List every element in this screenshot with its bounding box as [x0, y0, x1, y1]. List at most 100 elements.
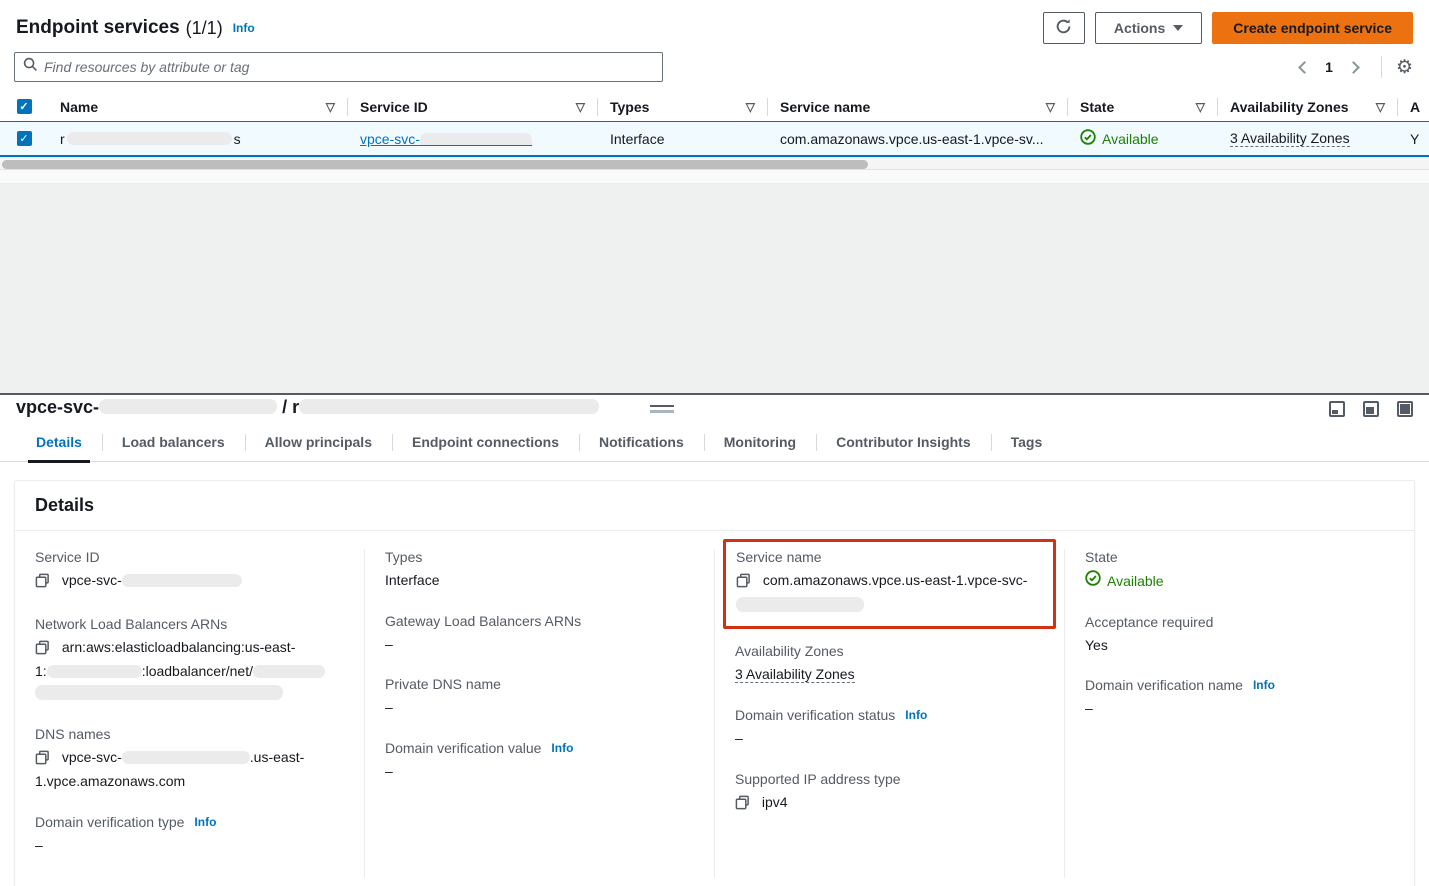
field-domain-verification-type: Domain verification type Info –: [35, 814, 344, 857]
copy-icon[interactable]: [35, 750, 50, 772]
panel-size-large-icon[interactable]: [1397, 401, 1413, 417]
filter-icon[interactable]: ▽: [1046, 100, 1055, 114]
current-page[interactable]: 1: [1321, 59, 1337, 75]
details-card: Details Service ID vpce-svc- Network Loa…: [14, 480, 1415, 886]
next-page-icon[interactable]: [1343, 55, 1367, 79]
field-service-name: Service name com.amazonaws.vpce.us-east-…: [736, 549, 1043, 616]
service-name-highlight-box: Service name com.amazonaws.vpce.us-east-…: [723, 539, 1056, 629]
tab-load-balancers[interactable]: Load balancers: [102, 428, 245, 461]
service-id-link[interactable]: vpce-svc-: [360, 131, 532, 147]
availability-zones-popover[interactable]: 3 Availability Zones: [735, 666, 855, 683]
previous-page-icon[interactable]: [1291, 55, 1315, 79]
redacted-text: [122, 574, 242, 587]
refresh-icon: [1055, 18, 1072, 38]
row-name-cell: r s: [48, 131, 348, 147]
panel-size-medium-icon[interactable]: [1363, 401, 1379, 417]
header-buttons: Actions Create endpoint service: [1043, 12, 1413, 44]
redacted-text: [253, 665, 325, 678]
pagination-divider: [1381, 56, 1382, 78]
filter-icon[interactable]: ▽: [1376, 100, 1385, 114]
tab-allow-principals[interactable]: Allow principals: [245, 428, 392, 461]
tab-monitoring[interactable]: Monitoring: [704, 428, 816, 461]
table-row[interactable]: ✓ r s vpce-svc- Interface com.amazonaws.…: [0, 121, 1429, 157]
field-nlb-arns: Network Load Balancers ARNs arn:aws:elas…: [35, 616, 344, 705]
field-glb-arns: Gateway Load Balancers ARNs –: [385, 613, 694, 656]
field-state: State Available: [1085, 549, 1394, 593]
create-endpoint-service-button[interactable]: Create endpoint service: [1212, 12, 1413, 44]
field-private-dns-name: Private DNS name –: [385, 676, 694, 719]
tab-endpoint-connections[interactable]: Endpoint connections: [392, 428, 579, 461]
filter-icon[interactable]: ▽: [746, 100, 755, 114]
success-check-icon: [1080, 129, 1096, 148]
page-info-link[interactable]: Info: [233, 21, 255, 35]
info-link[interactable]: Info: [194, 815, 216, 829]
filter-icon[interactable]: ▽: [576, 100, 585, 114]
endpoint-services-section: Endpoint services (1/1) Info Actions Cre…: [0, 0, 1429, 393]
details-card-body: Service ID vpce-svc- Network Load Balanc…: [15, 531, 1414, 886]
column-header-state[interactable]: State ▽: [1068, 98, 1218, 116]
tab-tags[interactable]: Tags: [991, 428, 1063, 461]
info-link[interactable]: Info: [905, 708, 927, 722]
endpoint-services-table: ✓ Name ▽ Service ID ▽ Types ▽ Service na…: [0, 92, 1429, 157]
redacted-text: [299, 399, 599, 414]
column-header-availability-zones[interactable]: Availability Zones ▽: [1218, 98, 1398, 116]
details-column-4: State Available Acceptance required Yes: [1064, 549, 1414, 878]
column-header-types[interactable]: Types ▽: [598, 98, 768, 116]
column-header-service-id[interactable]: Service ID ▽: [348, 98, 598, 116]
redacted-text: [736, 597, 864, 612]
details-column-2: Types Interface Gateway Load Balancers A…: [364, 549, 714, 878]
scrollbar-thumb[interactable]: [2, 160, 868, 169]
details-column-3: Service name com.amazonaws.vpce.us-east-…: [714, 549, 1064, 878]
search-box[interactable]: [14, 52, 663, 82]
details-card-title: Details: [15, 481, 1414, 531]
copy-icon[interactable]: [736, 573, 751, 595]
row-select-cell: ✓: [0, 131, 48, 146]
field-types: Types Interface: [385, 549, 694, 592]
copy-icon[interactable]: [35, 573, 50, 595]
horizontal-scrollbar[interactable]: [0, 157, 1429, 170]
info-link[interactable]: Info: [1253, 678, 1275, 692]
column-header-service-name[interactable]: Service name ▽: [768, 98, 1068, 116]
redacted-text: [47, 665, 142, 678]
row-service-id-cell: vpce-svc-: [348, 131, 598, 147]
status-badge: Available: [1080, 129, 1159, 148]
column-header-name[interactable]: Name ▽: [48, 98, 348, 116]
field-dns-names: DNS names vpce-svc-.us-east- 1.vpce.amaz…: [35, 726, 344, 793]
resize-handle-icon[interactable]: [650, 405, 674, 413]
row-availability-zones-cell: 3 Availability Zones: [1218, 130, 1398, 147]
panel-size-small-icon[interactable]: [1329, 401, 1345, 417]
preferences-gear-icon[interactable]: ⚙: [1396, 58, 1413, 77]
row-state-cell: Available: [1068, 129, 1218, 148]
status-badge: Available: [1085, 570, 1164, 593]
panel-tabs: Details Load balancers Allow principals …: [0, 428, 1429, 462]
actions-button-label: Actions: [1114, 20, 1165, 36]
refresh-button[interactable]: [1043, 12, 1085, 44]
column-header-partial[interactable]: A: [1398, 98, 1429, 116]
success-check-icon: [1085, 570, 1101, 593]
pagination: 1 ⚙: [1291, 55, 1413, 79]
tab-details[interactable]: Details: [16, 428, 102, 461]
copy-icon[interactable]: [735, 795, 750, 817]
tab-contributor-insights[interactable]: Contributor Insights: [816, 428, 991, 461]
field-service-id: Service ID vpce-svc-: [35, 549, 344, 595]
page-count: (1/1): [186, 18, 223, 39]
details-column-1: Service ID vpce-svc- Network Load Balanc…: [15, 549, 364, 878]
info-link[interactable]: Info: [551, 741, 573, 755]
search-input[interactable]: [44, 59, 654, 75]
field-domain-verification-name: Domain verification name Info –: [1085, 677, 1394, 720]
panel-size-controls: [1329, 401, 1413, 417]
filter-icon[interactable]: ▽: [326, 100, 335, 114]
tab-notifications[interactable]: Notifications: [579, 428, 704, 461]
page-header: Endpoint services (1/1) Info Actions Cre…: [0, 0, 1429, 50]
filter-icon[interactable]: ▽: [1196, 100, 1205, 114]
row-service-name-cell: com.amazonaws.vpce.us-east-1.vpce-sv...: [768, 131, 1068, 147]
select-all-checkbox[interactable]: ✓: [17, 99, 32, 114]
availability-zones-popover[interactable]: 3 Availability Zones: [1230, 130, 1350, 147]
row-checkbox[interactable]: ✓: [17, 131, 32, 146]
table-footer-strip: [0, 170, 1429, 184]
select-all-cell: ✓: [0, 99, 48, 114]
empty-background: [0, 184, 1429, 393]
copy-icon[interactable]: [35, 640, 50, 662]
actions-button[interactable]: Actions: [1095, 12, 1202, 44]
chevron-down-icon: [1173, 25, 1183, 31]
